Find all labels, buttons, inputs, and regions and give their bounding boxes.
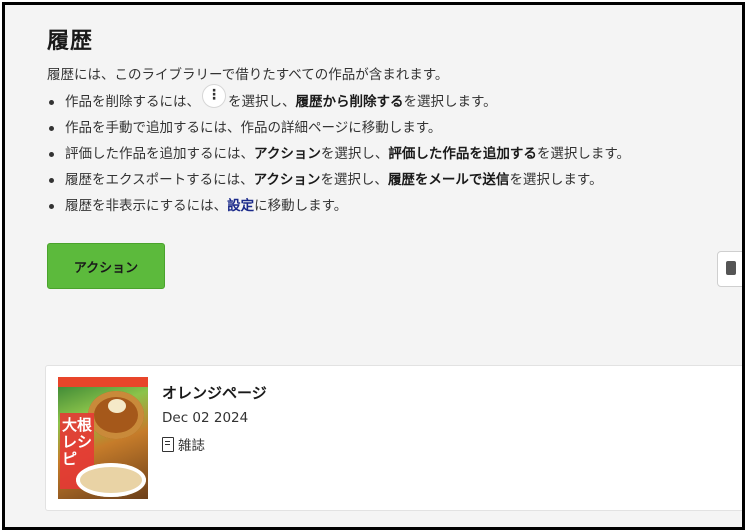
more-vertical-icon: ⋮ [202, 84, 226, 108]
instruction-list: 作品を削除するには、 ⋮ を選択し、履歴から削除するを選択します。 作品を手動で追加… [47, 84, 630, 219]
instruction-text: 履歴をエクスポートするには、 [65, 172, 254, 188]
instruction-item: 評価した作品を追加するには、アクションを選択し、評価した作品を追加するを選択しま… [47, 141, 630, 167]
instruction-bold: アクション [254, 146, 321, 162]
instruction-text: を選択します。 [403, 94, 497, 110]
history-item-card[interactable]: 大根レシピ オレンジページ Dec 02 2024 雑誌 [45, 365, 742, 511]
instruction-text: に移動します。 [254, 198, 348, 214]
page-description: 履歴には、このライブラリーで借りたすべての作品が含まれます。 [47, 67, 449, 83]
instruction-text: を選択し、 [228, 94, 296, 110]
cover-banner [58, 377, 148, 387]
item-format-label: 雑誌 [178, 438, 205, 454]
instruction-item: 履歴を非表示にするには、設定に移動します。 [47, 193, 630, 219]
instruction-text: を選択します。 [509, 172, 603, 188]
cover-image[interactable]: 大根レシピ [58, 377, 148, 499]
instruction-text: を選択し、 [320, 146, 389, 162]
cover-text: 大根レシピ [62, 416, 93, 468]
document-icon [162, 436, 174, 452]
settings-link[interactable]: 設定 [227, 198, 254, 214]
item-title[interactable]: オレンジページ [162, 382, 267, 403]
instruction-text: 作品を手動で追加するには、作品の詳細ページに移動します。 [65, 120, 442, 136]
instruction-item: 作品を削除するには、 ⋮ を選択し、履歴から削除するを選択します。 [47, 84, 630, 115]
instruction-bold: 履歴から削除する [295, 94, 404, 110]
page-title: 履歴 [47, 29, 94, 54]
item-format: 雑誌 [162, 434, 205, 454]
cover-plate [76, 463, 146, 497]
page-frame: 履歴 履歴には、このライブラリーで借りたすべての作品が含まれます。 作品を削除す… [2, 2, 745, 530]
instruction-text: 作品を削除するには、 [65, 94, 200, 110]
secondary-toolbar-button[interactable] [717, 251, 742, 287]
instruction-bold: 評価した作品を追加する [388, 146, 537, 162]
action-button-label: アクション [73, 260, 139, 276]
instruction-text: 履歴を非表示にするには、 [65, 198, 228, 214]
toolbar-button-icon [726, 261, 736, 275]
item-date: Dec 02 2024 [162, 410, 249, 426]
instruction-text: 評価した作品を追加するには、 [65, 146, 254, 162]
cover-egg [108, 399, 126, 413]
instruction-text: を選択し、 [320, 172, 388, 188]
instruction-item: 履歴をエクスポートするには、アクションを選択し、履歴をメールで送信を選択します。 [47, 167, 630, 193]
instruction-bold: アクション [253, 172, 321, 188]
instruction-bold: 履歴をメールで送信 [387, 172, 510, 188]
instruction-item: 作品を手動で追加するには、作品の詳細ページに移動します。 [47, 115, 630, 141]
action-button[interactable]: アクション [47, 243, 165, 289]
instruction-text: を選択します。 [536, 146, 630, 162]
